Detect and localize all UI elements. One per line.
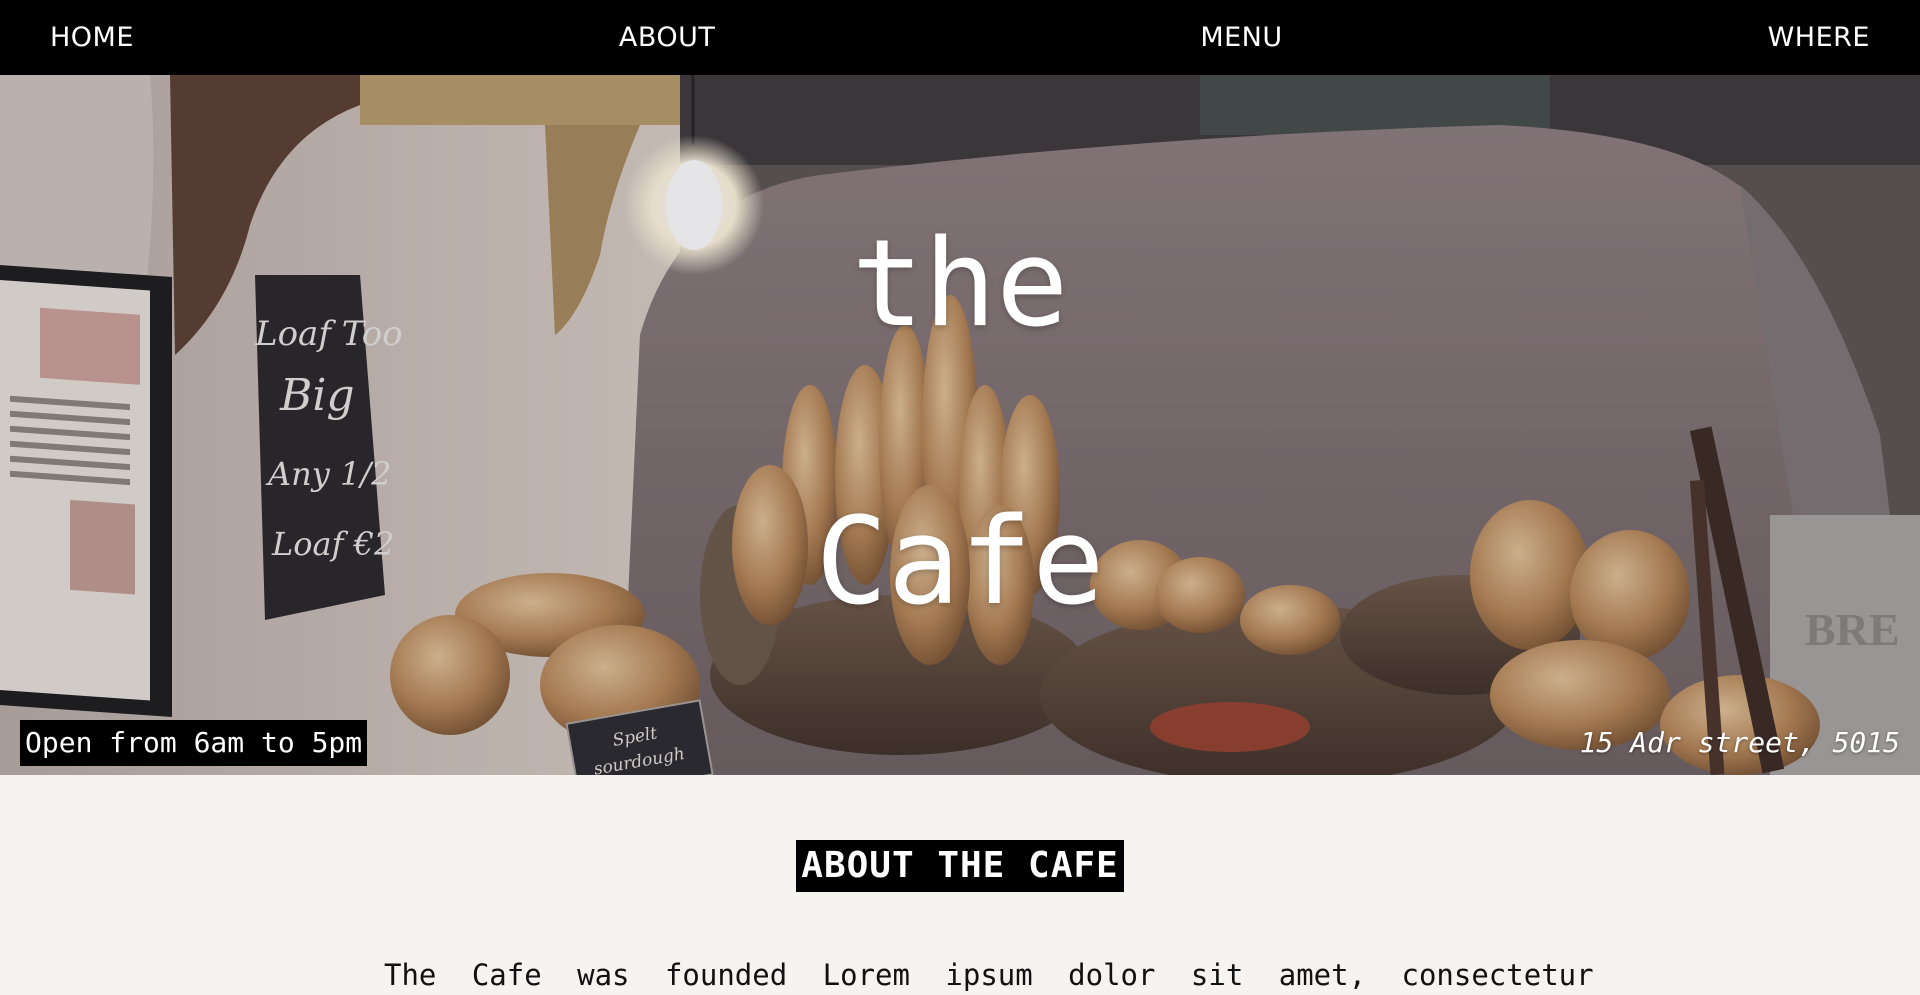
nav-home-link[interactable]: HOME <box>50 22 134 53</box>
bakery-hero-image: BRE Loaf Too Big Any 1/2 Loaf €2 Spelt s… <box>0 75 1920 775</box>
top-navigation: HOME ABOUT MENU WHERE <box>0 0 1920 75</box>
nav-where-link[interactable]: WHERE <box>1768 22 1870 53</box>
opening-hours-badge: Open from 6am to 5pm <box>20 720 368 766</box>
about-paragraph: The Cafe was founded Lorem ipsum dolor s… <box>384 958 1594 992</box>
nav-about-link[interactable]: ABOUT <box>619 22 716 53</box>
nav-menu-link[interactable]: MENU <box>1200 22 1282 53</box>
about-heading-wrap: ABOUT THE CAFE <box>0 840 1920 892</box>
address-text: 15 Adr street, 5015 <box>1579 726 1900 759</box>
hero-banner: BRE Loaf Too Big Any 1/2 Loaf €2 Spelt s… <box>0 75 1920 775</box>
hero-title-line2: Cafe <box>815 493 1105 632</box>
hero-title-line1: the <box>851 215 1069 354</box>
about-heading: ABOUT THE CAFE <box>796 840 1124 892</box>
